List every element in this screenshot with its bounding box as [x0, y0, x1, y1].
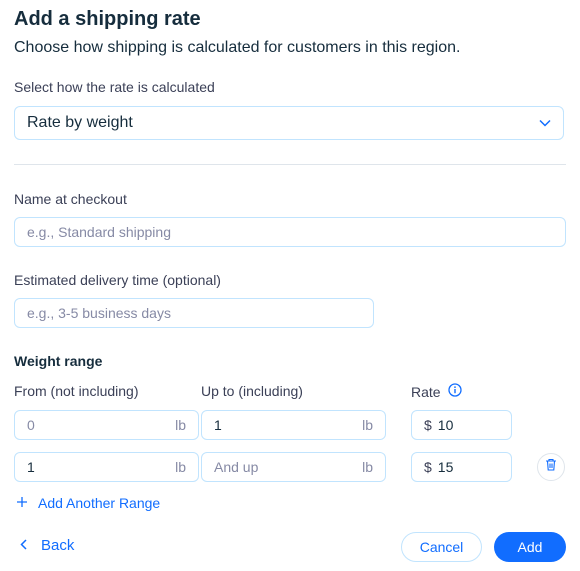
calculation-select[interactable]: Rate by weight [14, 106, 564, 140]
checkout-name-input[interactable] [27, 224, 553, 240]
delivery-time-input[interactable] [27, 305, 361, 321]
add-range-button[interactable]: Add Another Range [16, 495, 160, 511]
checkout-name-field[interactable] [14, 217, 566, 247]
range-row-2-to-field[interactable]: lb [201, 452, 386, 482]
range-row-2-rate-input[interactable] [437, 459, 499, 475]
chevron-left-icon [20, 537, 27, 554]
add-range-label: Add Another Range [38, 495, 161, 511]
range-row-2-from-unit: lb [175, 459, 186, 475]
range-row-2-rate-field[interactable]: $ [411, 452, 512, 482]
delivery-time-field[interactable] [14, 298, 374, 328]
page-subtitle: Choose how shipping is calculated for cu… [14, 39, 461, 56]
range-row-1-from-unit: lb [175, 417, 186, 433]
page-title: Add a shipping rate [14, 8, 201, 30]
back-button[interactable]: Back [20, 537, 74, 554]
chevron-down-icon [539, 114, 551, 132]
range-row-1-rate-field[interactable]: $ [411, 410, 512, 440]
rate-column-header: Rate [411, 383, 462, 400]
trash-icon [545, 458, 557, 476]
weight-range-title: Weight range [14, 353, 103, 369]
range-row-2-from-field[interactable]: lb [14, 452, 199, 482]
delete-range-button[interactable] [537, 453, 565, 481]
rate-header-label: Rate [411, 383, 441, 400]
calculation-label: Select how the rate is calculated [14, 79, 215, 95]
range-row-1-to-input[interactable] [214, 417, 357, 433]
section-divider [14, 164, 566, 165]
range-row-2-currency: $ [424, 459, 432, 475]
range-row-1-from-field[interactable]: lb [14, 410, 199, 440]
range-row-2-to-input[interactable] [214, 459, 357, 475]
add-button[interactable]: Add [494, 532, 566, 562]
back-label: Back [41, 537, 75, 554]
range-row-2-from-input[interactable] [27, 459, 170, 475]
range-row-1-from-input[interactable] [27, 417, 170, 433]
info-icon[interactable] [447, 383, 462, 400]
range-row-1-currency: $ [424, 417, 432, 433]
checkout-name-label: Name at checkout [14, 191, 127, 207]
range-row-1-to-unit: lb [362, 417, 373, 433]
delivery-time-label: Estimated delivery time (optional) [14, 272, 221, 288]
range-row-1-rate-input[interactable] [437, 417, 499, 433]
range-row-1-to-field[interactable]: lb [201, 410, 386, 440]
calculation-select-value: Rate by weight [27, 114, 133, 131]
from-column-header: From (not including) [14, 383, 139, 399]
to-column-header: Up to (including) [201, 383, 303, 399]
range-row-2-to-unit: lb [362, 459, 373, 475]
cancel-button[interactable]: Cancel [401, 532, 482, 562]
plus-icon [16, 495, 28, 511]
